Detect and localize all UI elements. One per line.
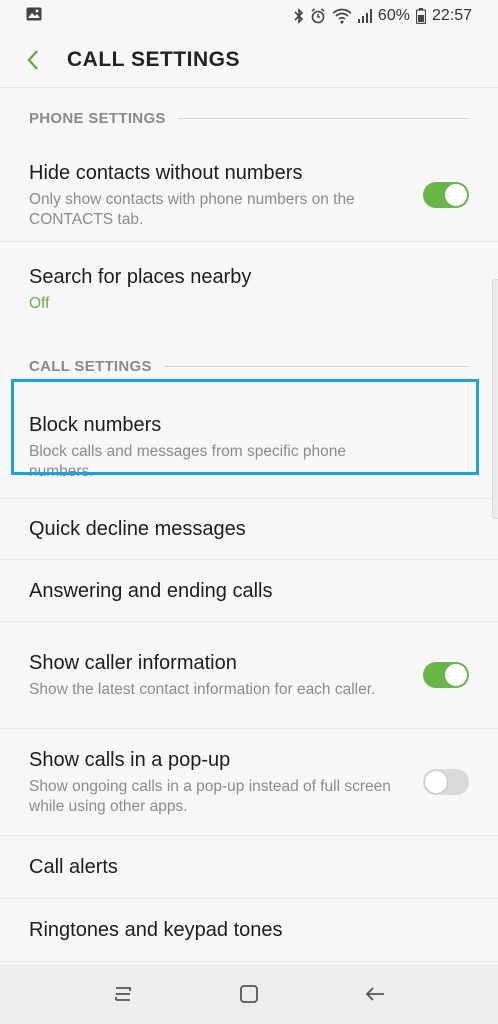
app-header: CALL SETTINGS <box>0 32 498 88</box>
setting-search-places[interactable]: Search for places nearby Off <box>0 242 498 336</box>
system-back-button[interactable] <box>351 970 399 1018</box>
clock: 22:57 <box>431 7 472 24</box>
section-divider <box>177 117 469 119</box>
navigation-bar <box>0 964 498 1024</box>
hide-contacts-toggle[interactable] <box>423 181 469 208</box>
setting-subtitle: Block calls and messages from specific p… <box>29 443 347 480</box>
setting-title: Call alerts <box>29 856 118 878</box>
image-icon <box>26 7 42 26</box>
calls-popup-toggle[interactable] <box>423 769 469 795</box>
setting-title: Hide contacts without numbers <box>29 161 303 184</box>
setting-block-numbers[interactable]: Block numbers Block calls and messages f… <box>0 396 498 498</box>
setting-status: Off <box>29 295 50 312</box>
back-button[interactable] <box>5 32 61 88</box>
back-arrow-icon <box>27 49 38 70</box>
edge-panel-handle[interactable] <box>492 279 498 519</box>
settings-list: PHONE SETTINGS Hide contacts without num… <box>0 88 498 962</box>
bluetooth-icon <box>294 8 304 24</box>
setting-title: Show calls in a pop-up <box>29 749 231 771</box>
setting-answering-ending[interactable]: Answering and ending calls <box>0 560 498 622</box>
setting-title: Answering and ending calls <box>29 579 273 602</box>
section-label: CALL SETTINGS <box>29 357 152 375</box>
setting-title: Show caller information <box>29 652 237 674</box>
wifi-icon <box>332 8 352 24</box>
setting-title: Ringtones and keypad tones <box>29 919 283 941</box>
signal-icon <box>357 9 372 23</box>
recent-apps-icon <box>115 987 131 1001</box>
setting-title: Search for places nearby <box>29 266 252 288</box>
setting-subtitle: Show ongoing calls in a pop-up instead o… <box>29 778 391 815</box>
section-header-phone-settings: PHONE SETTINGS <box>0 88 498 148</box>
setting-ringtones[interactable]: Ringtones and keypad tones <box>0 899 498 962</box>
section-divider <box>163 365 469 367</box>
status-bar: 60% 22:57 <box>0 0 498 32</box>
setting-call-alerts[interactable]: Call alerts <box>0 836 498 899</box>
home-button[interactable] <box>225 970 273 1018</box>
section-label: PHONE SETTINGS <box>29 109 166 127</box>
alarm-icon <box>310 8 326 24</box>
setting-subtitle: Only show contacts with phone numbers on… <box>29 190 355 228</box>
home-icon <box>240 985 258 1003</box>
page-title: CALL SETTINGS <box>67 47 240 71</box>
section-header-call-settings: CALL SETTINGS <box>0 336 498 396</box>
back-icon <box>365 987 384 1001</box>
setting-subtitle: Show the latest contact information for … <box>29 681 376 698</box>
setting-calls-popup[interactable]: Show calls in a pop-up Show ongoing call… <box>0 729 498 836</box>
setting-hide-contacts[interactable]: Hide contacts without numbers Only show … <box>0 148 498 242</box>
battery-icon <box>415 8 426 24</box>
setting-caller-info[interactable]: Show caller information Show the latest … <box>0 622 498 729</box>
recent-apps-button[interactable] <box>99 970 147 1018</box>
setting-quick-decline[interactable]: Quick decline messages <box>0 498 498 560</box>
setting-title: Quick decline messages <box>29 518 246 540</box>
setting-title: Block numbers <box>29 414 162 436</box>
battery-percent: 60% <box>377 7 410 24</box>
caller-info-toggle[interactable] <box>423 662 469 688</box>
